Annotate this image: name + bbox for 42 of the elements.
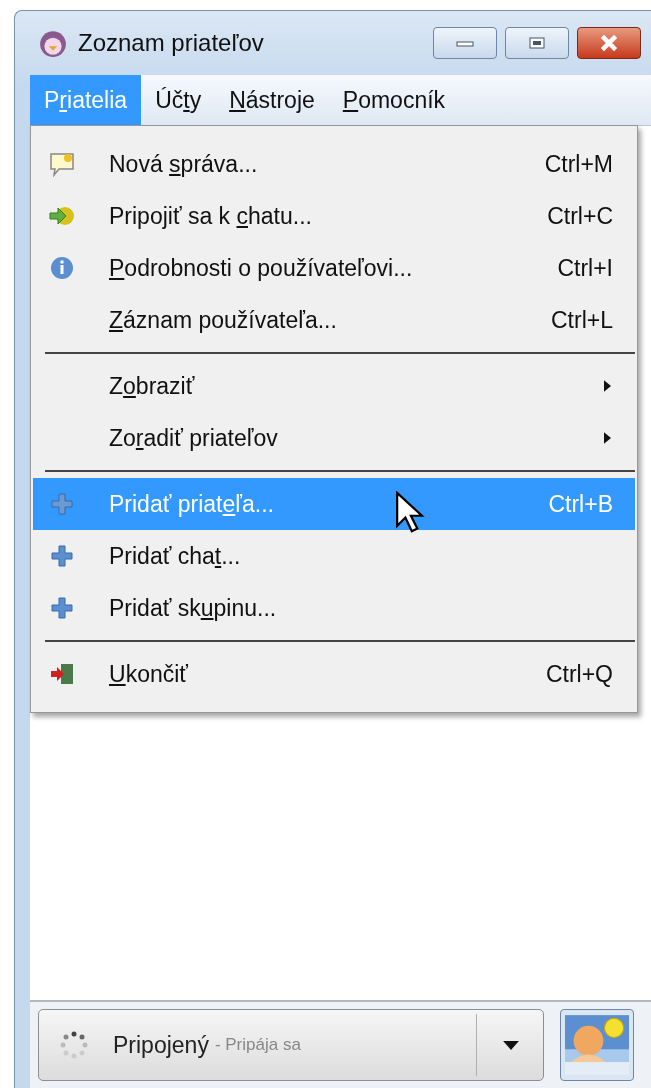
penguin-icon [38, 28, 68, 58]
menu-item[interactable]: Ukončiť Ctrl+Q [33, 648, 635, 700]
menu-bar-item[interactable]: Účty [141, 75, 216, 125]
mouse-cursor-icon [395, 491, 425, 535]
menu-bar-item[interactable]: Nástroje [215, 75, 329, 125]
window-title: Zoznam priateľov [78, 29, 264, 57]
speech-note-icon [49, 151, 75, 177]
shortcut-label: Ctrl+L [551, 306, 613, 334]
menu-bar-item[interactable]: Pomocník [328, 75, 460, 125]
shortcut-label: Ctrl+Q [545, 660, 613, 688]
menu-item[interactable]: Záznam používateľa... Ctrl+L [33, 294, 635, 346]
caret-icon [503, 1040, 519, 1050]
status-label: Pripojený [113, 1031, 209, 1059]
status-button[interactable]: Pripojený - Pripája sa [38, 1009, 544, 1081]
maximize-icon [527, 36, 547, 50]
minimize-icon [455, 38, 475, 48]
shortcut-label: Ctrl+C [547, 202, 613, 230]
plus-icon [49, 491, 75, 517]
spinner-icon [59, 1030, 89, 1060]
shortcut-label: Ctrl+B [548, 490, 613, 518]
submenu-arrow-icon [604, 432, 611, 444]
menu-item[interactable]: Zoradiť priateľov [33, 412, 635, 464]
minimize-button[interactable] [433, 27, 497, 59]
menu-item[interactable]: Zobraziť [33, 360, 635, 412]
status-detail: - Pripája sa [214, 1035, 301, 1055]
menu-item[interactable]: Podrobnosti o používateľovi... Ctrl+I [33, 242, 635, 294]
menu-item[interactable]: Pridať skupinu... [33, 582, 635, 634]
exit-door-icon [49, 661, 75, 687]
menu-item[interactable]: Pripojiť sa k chatu... Ctrl+C [33, 190, 635, 242]
close-button[interactable] [577, 27, 641, 59]
submenu-arrow-icon [604, 380, 611, 392]
avatar-button[interactable] [560, 1009, 634, 1081]
maximize-button[interactable] [505, 27, 569, 59]
close-icon [598, 34, 620, 52]
shortcut-label: Ctrl+I [557, 254, 613, 282]
shortcut-label: Ctrl+M [544, 150, 613, 178]
menu-item[interactable]: Nová správa... Ctrl+M [33, 138, 635, 190]
avatar-icon [565, 1014, 629, 1076]
info-icon [49, 255, 75, 281]
plus-icon [49, 595, 75, 621]
menu-item[interactable]: Pridať chat... [33, 530, 635, 582]
plus-icon [49, 543, 75, 569]
